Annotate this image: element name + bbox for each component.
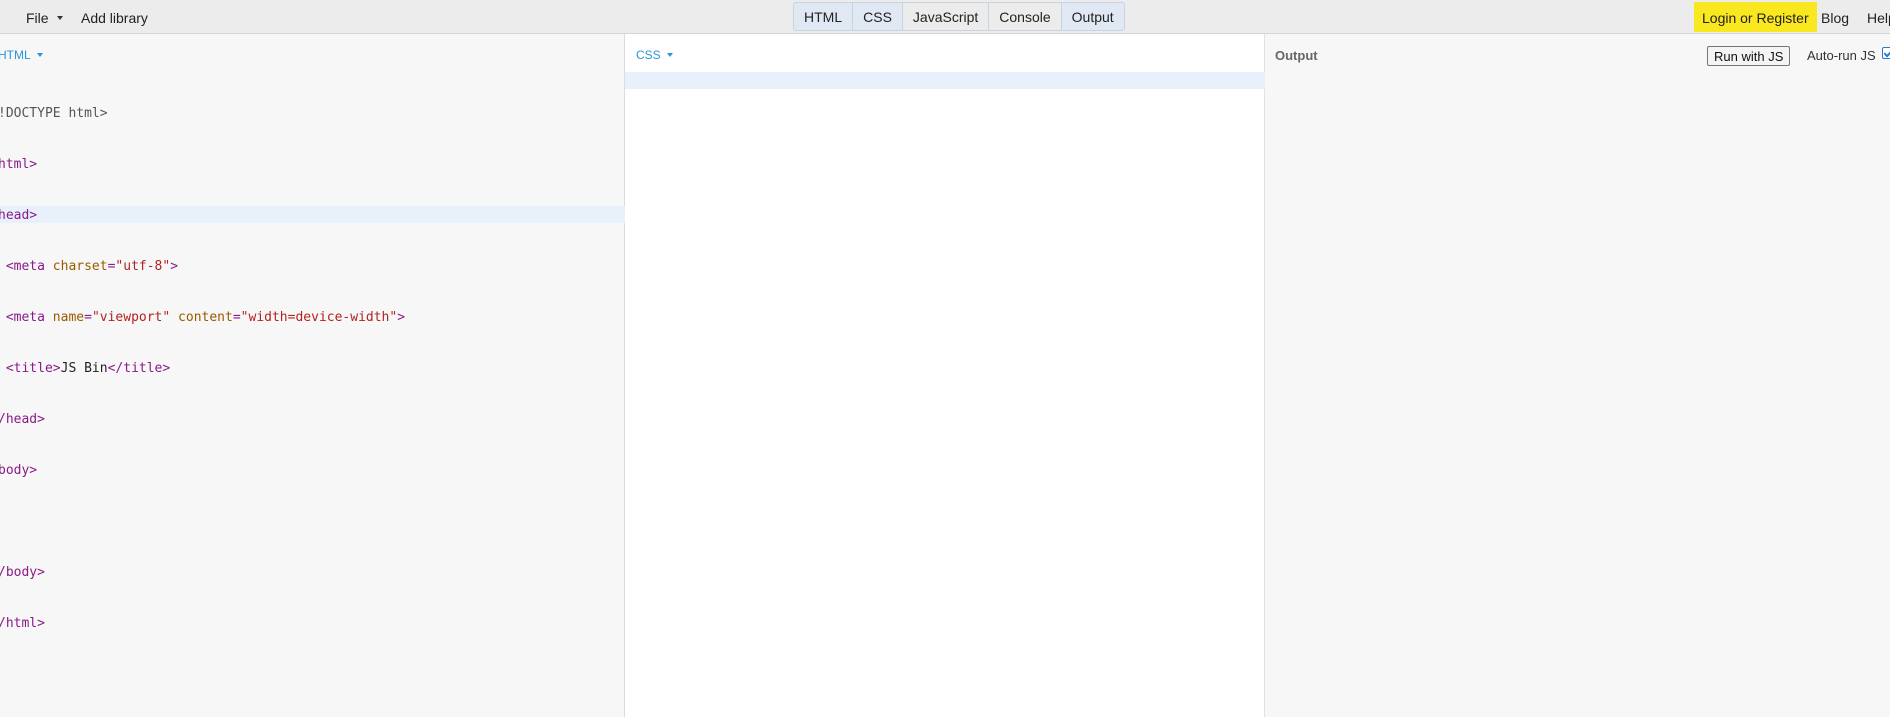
code-line: /body>	[0, 565, 45, 580]
css-panel-menu[interactable]: CSS	[636, 48, 673, 62]
code-line: /html>	[0, 616, 45, 631]
code-line: head>	[0, 208, 38, 223]
css-panel-label: CSS	[636, 48, 661, 62]
login-register-button[interactable]: Login or Register	[1694, 2, 1817, 32]
output-panel-label: Output	[1275, 48, 1318, 63]
code-line: <meta charset="utf-8">	[0, 259, 179, 274]
file-menu[interactable]: File	[26, 0, 63, 34]
html-panel-label: HTML	[0, 48, 31, 62]
code-line: /head>	[0, 412, 45, 427]
file-menu-label: File	[26, 10, 49, 26]
caret-down-icon	[56, 16, 63, 21]
caret-down-icon	[666, 52, 673, 57]
output-panel: Output Run with JS Auto-run JS	[1265, 34, 1890, 717]
css-code-editor[interactable]	[625, 72, 1265, 89]
panel-toggle-group: HTML CSS JavaScript Console Output	[793, 2, 1125, 31]
help-link[interactable]: Help	[1867, 0, 1890, 34]
caret-down-icon	[36, 52, 43, 57]
html-editor-panel: HTML !DOCTYPE html> html> head> <meta ch…	[0, 34, 625, 717]
html-code-editor[interactable]: !DOCTYPE html> html> head> <meta charset…	[0, 71, 405, 666]
code-line: html>	[0, 157, 38, 172]
code-line: !DOCTYPE html>	[0, 106, 108, 121]
add-library-button[interactable]: Add library	[81, 0, 148, 34]
tab-output[interactable]: Output	[1062, 3, 1124, 30]
code-line: <meta name="viewport" content="width=dev…	[0, 310, 406, 325]
blog-link[interactable]: Blog	[1821, 0, 1849, 34]
tab-javascript[interactable]: JavaScript	[902, 3, 990, 30]
autorun-label: Auto-run JS	[1807, 48, 1876, 63]
code-line: <title>JS Bin</title>	[0, 361, 171, 376]
css-editor-panel: CSS	[625, 34, 1265, 717]
top-toolbar: File Add library HTML CSS JavaScript Con…	[0, 0, 1890, 34]
html-panel-menu[interactable]: HTML	[0, 48, 43, 62]
autorun-checkbox[interactable]	[1882, 47, 1890, 59]
run-with-js-button[interactable]: Run with JS	[1707, 46, 1791, 66]
tab-html[interactable]: HTML	[794, 3, 854, 30]
tab-css[interactable]: CSS	[853, 3, 903, 30]
code-line: body>	[0, 463, 38, 478]
tab-console[interactable]: Console	[989, 3, 1062, 30]
